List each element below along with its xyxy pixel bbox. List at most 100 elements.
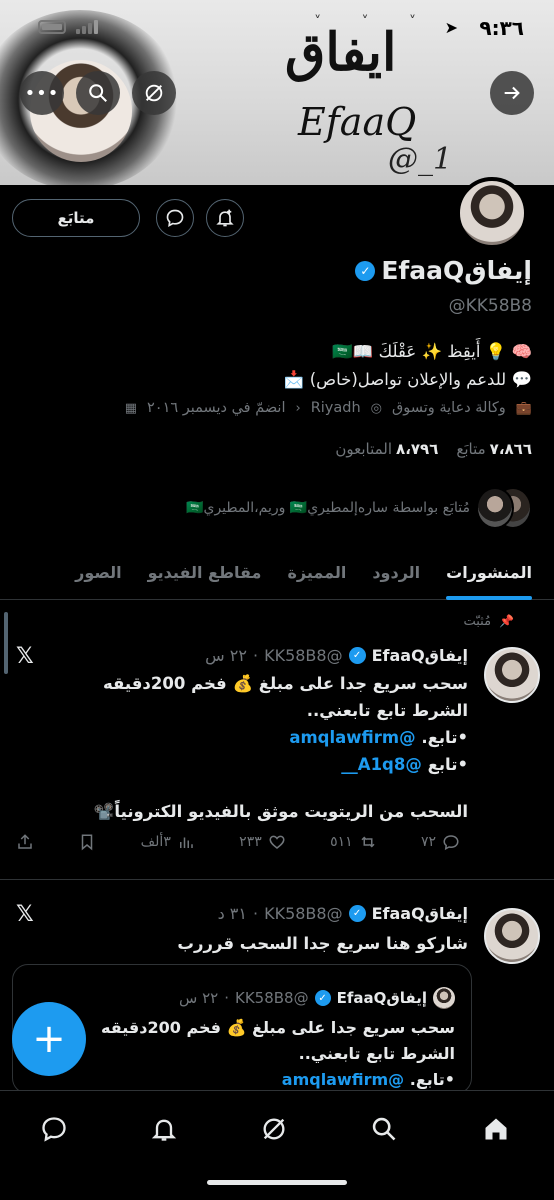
verified-badge-icon: ✓ (314, 990, 331, 1006)
profile-display-name: إيفاقEfaaQ (381, 256, 532, 285)
profile-name-row: إيفاقEfaaQ ✓ (355, 256, 532, 285)
message-bubble-icon (166, 209, 184, 228)
bio-line-2: 💬 للدعم والإعلان تواصل(خاص) 📩 (283, 370, 532, 389)
search-icon (89, 84, 107, 102)
bookmark-icon (82, 834, 93, 851)
post-divider (0, 879, 554, 880)
quoted-author-handle: @KK58B8 (235, 989, 309, 1007)
mention-link[interactable]: @amqlawfirm (289, 728, 415, 747)
post-author-handle: @KK58B8 (264, 646, 343, 665)
heart-icon (269, 835, 285, 849)
profile-avatar[interactable] (456, 177, 528, 249)
profile-meta: 💼 وكالة دعاية وتسوق ◎ Riyadh ‹ انضمّ في … (22, 400, 532, 416)
views-button[interactable]: ٣ألف (141, 833, 195, 851)
pin-icon: 📌 (499, 614, 514, 628)
reply-icon (443, 835, 459, 851)
status-time: ٩:٣٦ (479, 16, 524, 40)
profile-joined: انضمّ في ديسمبر ٢٠١٦ (147, 400, 286, 416)
post-time: ٣١ د (217, 904, 247, 923)
post-text: شاركو هنا سريع جدا السحب قرررب (177, 934, 468, 953)
quoted-avatar (433, 987, 455, 1009)
notifications-bell-button[interactable] (206, 199, 244, 237)
quoted-author-name: إيفاقEfaaQ (336, 989, 427, 1007)
status-bar: ➤ ٩:٣٦ (0, 10, 554, 46)
nav-search[interactable] (366, 1111, 402, 1147)
like-button[interactable]: ٢٣٣ (239, 833, 286, 851)
back-button[interactable] (490, 71, 534, 115)
share-icon (18, 834, 32, 849)
bell-icon (151, 1119, 177, 1141)
more-button[interactable]: ••• (20, 71, 64, 115)
bell-plus-icon (216, 209, 234, 227)
pinned-rail (4, 612, 8, 674)
repost-icon (361, 836, 375, 848)
home-icon (485, 1118, 507, 1140)
mention-link[interactable]: @A1q8__ (341, 755, 422, 774)
share-button[interactable] (16, 833, 34, 851)
followed-by[interactable]: مُتابَع بواسطة ساره‌إلمطيري🇸🇦 وريم،المطي… (186, 487, 532, 529)
nav-home[interactable] (478, 1111, 514, 1147)
post-header: إيفاقEfaaQ ✓ @KK58B8 · ٢٢ س (205, 646, 468, 665)
following-stat[interactable]: ٧،٨٦٦متابَع (456, 440, 532, 458)
banner-title-english: EfaaQ (298, 100, 417, 144)
calendar-icon: ▦ (124, 400, 138, 416)
post-time: ٢٢ س (205, 646, 247, 665)
reply-button[interactable]: ٧٢ (421, 833, 460, 851)
profile-category[interactable]: وكالة دعاية وتسوق (392, 400, 506, 416)
battery-icon (38, 20, 66, 34)
pinned-label: 📌 مُثبّت (463, 614, 514, 629)
profile-stats: ٧،٨٦٦متابَع ٨،٧٩٦المتابعون (335, 440, 532, 458)
search-icon (372, 1117, 396, 1141)
arrow-right-icon (504, 86, 520, 100)
x-logo-icon: 𝕏 (16, 902, 34, 927)
mention-link[interactable]: @amqlawfirm (282, 1070, 404, 1089)
tab-media[interactable]: الصور (75, 546, 122, 600)
bar-chart-icon (179, 837, 193, 848)
post-actions: ٧٢ ٥١١ ٢٣٣ ٣ألف (16, 833, 460, 851)
post-header: إيفاقEfaaQ ✓ @KK58B8 · ٣١ د (217, 904, 468, 923)
followed-by-text: مُتابَع بواسطة ساره‌إلمطيري🇸🇦 وريم،المطي… (186, 500, 470, 516)
profile-handle: @KK58B8 (448, 296, 532, 316)
grok-button[interactable] (132, 71, 176, 115)
tab-videos[interactable]: مقاطع الفيديو (148, 546, 262, 600)
search-button[interactable] (76, 71, 120, 115)
plus-icon: + (32, 1016, 66, 1062)
grok-icon (263, 1118, 285, 1140)
post-author-handle: @KK58B8 (264, 904, 343, 923)
followers-stat[interactable]: ٨،٧٩٦المتابعون (335, 440, 438, 458)
more-dots-icon: ••• (24, 82, 60, 104)
chevron-left-icon: ‹ (295, 400, 301, 416)
nav-notifications[interactable] (146, 1111, 182, 1147)
profile-tabs: المنشورات الردود المميزة مقاطع الفيديو ا… (0, 546, 554, 600)
message-button[interactable] (156, 199, 194, 237)
location-pin-icon: ◎ (370, 400, 383, 416)
post-avatar[interactable] (484, 647, 540, 703)
profile-bio: 🧠 💡 أَيقِظ ✨ عَقْلَكَ 📖🇸🇦 💬 للدعم والإعل… (22, 338, 532, 394)
x-logo-icon: 𝕏 (16, 644, 34, 669)
verified-badge-icon: ✓ (348, 647, 366, 664)
tab-posts[interactable]: المنشورات (446, 546, 532, 600)
nav-messages[interactable] (36, 1111, 72, 1147)
tab-highlights[interactable]: المميزة (287, 546, 346, 600)
quoted-post-text: سحب سريع جدا على مبلغ 💰 فخم 200دقيقه الش… (101, 1018, 455, 1089)
quoted-time: ٢٢ س (179, 989, 219, 1007)
message-bubble-icon (42, 1117, 66, 1142)
quoted-post-header: إيفاقEfaaQ ✓ @KK58B8 · ٢٢ س (179, 987, 455, 1009)
nav-grok[interactable] (256, 1111, 292, 1147)
verified-badge-icon: ✓ (348, 905, 366, 922)
profile-location: Riyadh (310, 400, 361, 416)
post-author-name[interactable]: إيفاقEfaaQ (372, 646, 468, 665)
tab-replies[interactable]: الردود (372, 546, 420, 600)
banner-handle-art: @_1 (388, 142, 453, 177)
grok-icon (145, 84, 163, 102)
signal-icon (76, 20, 98, 34)
home-indicator (207, 1180, 347, 1185)
compose-post-button[interactable]: + (12, 1002, 86, 1076)
following-button[interactable]: متابَع (12, 199, 140, 237)
bio-line-1: 🧠 💡 أَيقِظ ✨ عَقْلَكَ 📖🇸🇦 (332, 342, 532, 361)
post-text: سحب سريع جدا على مبلغ 💰 فخم 200دقيقه الش… (93, 674, 468, 821)
repost-button[interactable]: ٥١١ (330, 833, 377, 851)
bookmark-button[interactable] (78, 833, 96, 851)
post-avatar[interactable] (484, 908, 540, 964)
post-author-name[interactable]: إيفاقEfaaQ (372, 904, 468, 923)
